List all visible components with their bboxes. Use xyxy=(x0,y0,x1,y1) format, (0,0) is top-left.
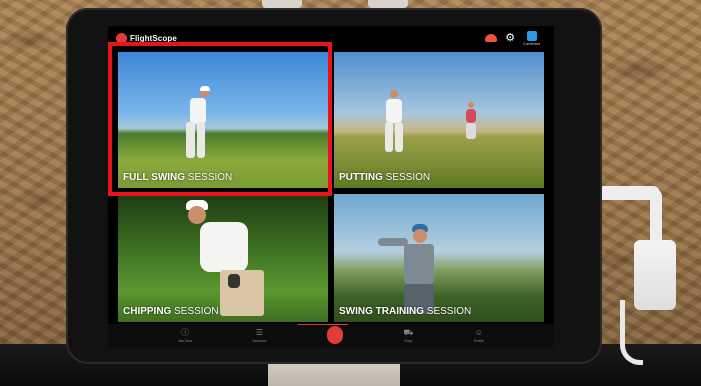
brand-logo: FlightScope xyxy=(116,32,177,44)
charging-cable xyxy=(620,300,643,365)
connection-status[interactable]: Connected xyxy=(523,30,540,46)
tile-label: PUTTING SESSION xyxy=(339,172,431,183)
putting-session-tile[interactable]: PUTTING SESSION xyxy=(334,52,544,188)
profile-icon: ☺ xyxy=(474,328,483,337)
cloud-icon[interactable] xyxy=(485,34,498,42)
full-swing-session-tile[interactable]: FULL SWING SESSION xyxy=(118,52,328,188)
flightscope-logo-icon xyxy=(116,32,127,44)
chipping-session-tile[interactable]: CHIPPING SESSION xyxy=(118,194,328,322)
golfer-image xyxy=(180,200,290,318)
list-icon: ☰ xyxy=(255,328,264,337)
nav-shop[interactable]: ⛟ Shop xyxy=(403,328,414,344)
golfer-image xyxy=(370,224,450,314)
device-connected-icon xyxy=(526,30,537,41)
nav-sessions[interactable]: ☰ Sessions xyxy=(252,328,266,344)
flightscope-home-icon xyxy=(326,328,343,344)
swing-training-session-tile[interactable]: SWING TRAINING SESSION xyxy=(334,194,544,322)
tile-label: FULL SWING SESSION xyxy=(123,172,233,183)
nav-ask-now[interactable]: ⓘ Ask Now xyxy=(178,328,192,344)
active-indicator xyxy=(298,324,348,325)
golfer-image xyxy=(176,76,216,166)
tablet-mount-clip xyxy=(262,0,302,8)
nav-profile[interactable]: ☺ Profile xyxy=(474,328,484,344)
cart-icon: ⛟ xyxy=(403,328,414,337)
nav-home[interactable] xyxy=(326,328,343,344)
instructor-image xyxy=(462,102,482,142)
brand-name: FlightScope xyxy=(130,33,177,43)
bottom-navigation: ⓘ Ask Now ☰ Sessions ⛟ Shop ☺ Profile xyxy=(108,324,554,348)
tile-label: SWING TRAINING SESSION xyxy=(339,306,472,317)
header-actions: ⚙ Connected xyxy=(485,30,540,46)
gear-icon[interactable]: ⚙ xyxy=(505,32,515,44)
app-header: FlightScope ⚙ Connected xyxy=(108,26,554,50)
tile-label: CHIPPING SESSION xyxy=(123,306,219,317)
info-icon: ⓘ xyxy=(181,328,190,337)
app-screen: FlightScope ⚙ Connected FULL SWING SESSI… xyxy=(108,26,554,348)
tablet-mount-clip xyxy=(368,0,408,8)
golfer-image xyxy=(378,90,412,160)
